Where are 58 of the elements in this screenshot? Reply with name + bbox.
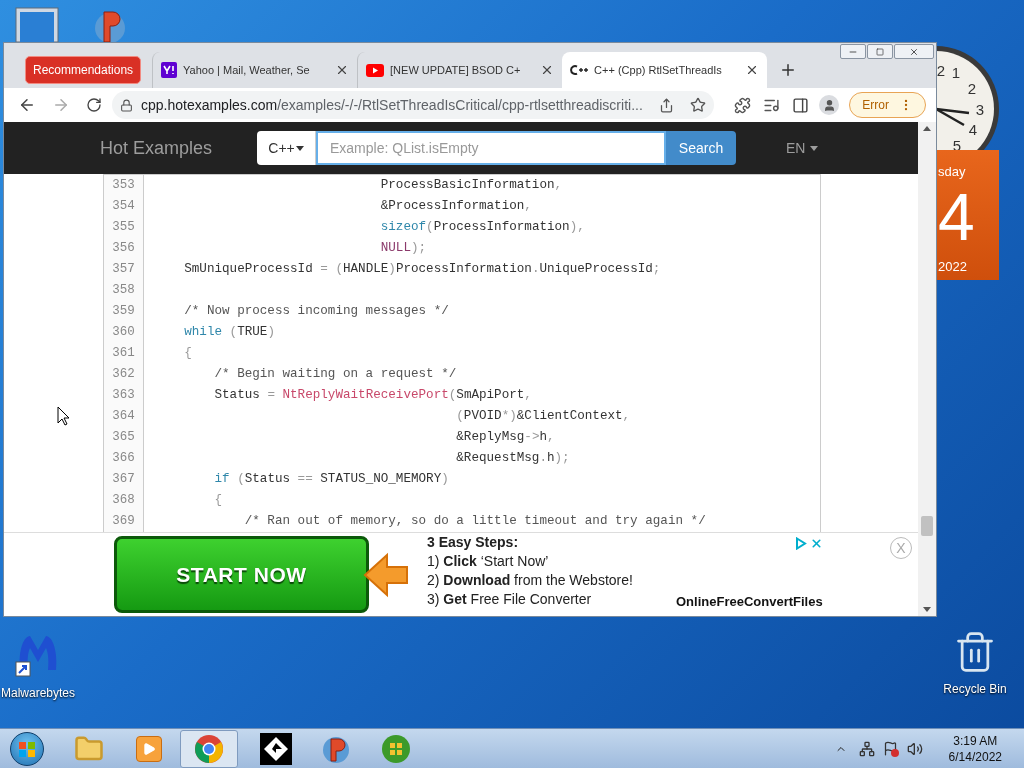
desktop-icon-label[interactable]: Malwarebytes: [1, 684, 75, 702]
line-number: 360: [112, 324, 135, 341]
line-number: 367: [112, 471, 135, 488]
profile-error-button[interactable]: Error: [849, 92, 926, 118]
code-line: ProcessBasicInformation,: [379, 177, 564, 194]
line-number: 355: [112, 219, 135, 236]
line-number: 369: [112, 513, 135, 530]
line-number: 353: [112, 177, 135, 194]
search-field[interactable]: Example: QList.isEmpty: [316, 131, 666, 165]
year-text: 2022: [938, 260, 968, 273]
day-number: 4: [938, 184, 976, 250]
code-line: {: [213, 492, 224, 509]
line-number: 359: [112, 303, 135, 320]
site-brand[interactable]: Hot Examples: [100, 134, 257, 162]
code-line: &ProcessInformation,: [379, 198, 533, 215]
line-number: 361: [112, 345, 135, 362]
line-number: 368: [112, 492, 135, 509]
code-line: {: [183, 345, 193, 362]
code-line: &ReplyMsg->h,: [455, 429, 556, 446]
ad-step: 3) Get Free File Converter: [427, 591, 633, 608]
line-number: 356: [112, 240, 135, 257]
code-line: SmUniqueProcessId = (HANDLE)ProcessInformation.UniqueProcessId;: [183, 261, 662, 278]
code-line: while (TRUE): [183, 324, 276, 341]
line-number: 358: [112, 282, 135, 299]
advertiser-name: OnlineFreeConvertFiles: [676, 592, 823, 611]
line-number: 357: [112, 261, 135, 278]
code-line: NULL);: [379, 240, 428, 257]
language-dropdown[interactable]: C++: [257, 131, 316, 165]
code-line: /* Begin waiting on a request */: [213, 366, 458, 383]
tab-title: Yahoo | Mail, Weather, Se: [183, 62, 311, 78]
line-number: 365: [112, 429, 135, 446]
locale-dropdown[interactable]: EN: [786, 137, 819, 159]
tab-title: C++ (Cpp) RtlSetThreadIs: [594, 62, 723, 78]
address-bar[interactable]: cpp.hotexamples.com/examples/-/-/RtlSetThreadIsCritical/cpp-rtlsetthreadiscriti...: [111, 91, 715, 119]
code-line: (PVOID*)&ClientContext,: [455, 408, 632, 425]
url-text: cpp.hotexamples.com/examples/-/-/RtlSetThreadIsCritical/cpp-rtlsetthreadiscriti...: [140, 95, 644, 115]
desktop-icon-label[interactable]: Recycle Bin: [943, 680, 1007, 698]
code-line: /* Ran out of memory, so do a little timeout and try again */: [243, 513, 706, 530]
ad-step: 2) Download from the Webstore!: [427, 572, 633, 589]
ad-heading: 3 Easy Steps:: [427, 534, 520, 551]
line-number: 362: [112, 366, 135, 383]
weekday-text: sday: [938, 165, 967, 178]
code-line: &RequestMsg.h);: [455, 450, 571, 467]
search-button[interactable]: Search: [666, 131, 736, 165]
line-number: 363: [112, 387, 135, 404]
clock-time[interactable]: 3:19 AM: [953, 732, 998, 749]
code-line: Status = NtReplyWaitReceivePort(SmApiPort,: [213, 387, 533, 404]
line-number: 354: [112, 198, 135, 215]
ad-step: 1) Click ‘Start Now’: [427, 553, 633, 570]
line-number: 364: [112, 408, 135, 425]
line-number: 366: [112, 450, 135, 467]
code-line: /* Now process incoming messages */: [183, 303, 450, 320]
code-line: sizeof(ProcessInformation),: [379, 219, 586, 236]
browser-tab[interactable]: C++ (Cpp) RtlSetThreadIs: [562, 52, 768, 88]
code-line: if (Status == STATUS_NO_MEMORY): [213, 471, 450, 488]
clock-date[interactable]: 6/14/2022: [948, 748, 1002, 765]
tab-title: [NEW UPDATE] BSOD C+: [390, 62, 522, 78]
tab-group-label[interactable]: Recommendations: [25, 56, 142, 84]
